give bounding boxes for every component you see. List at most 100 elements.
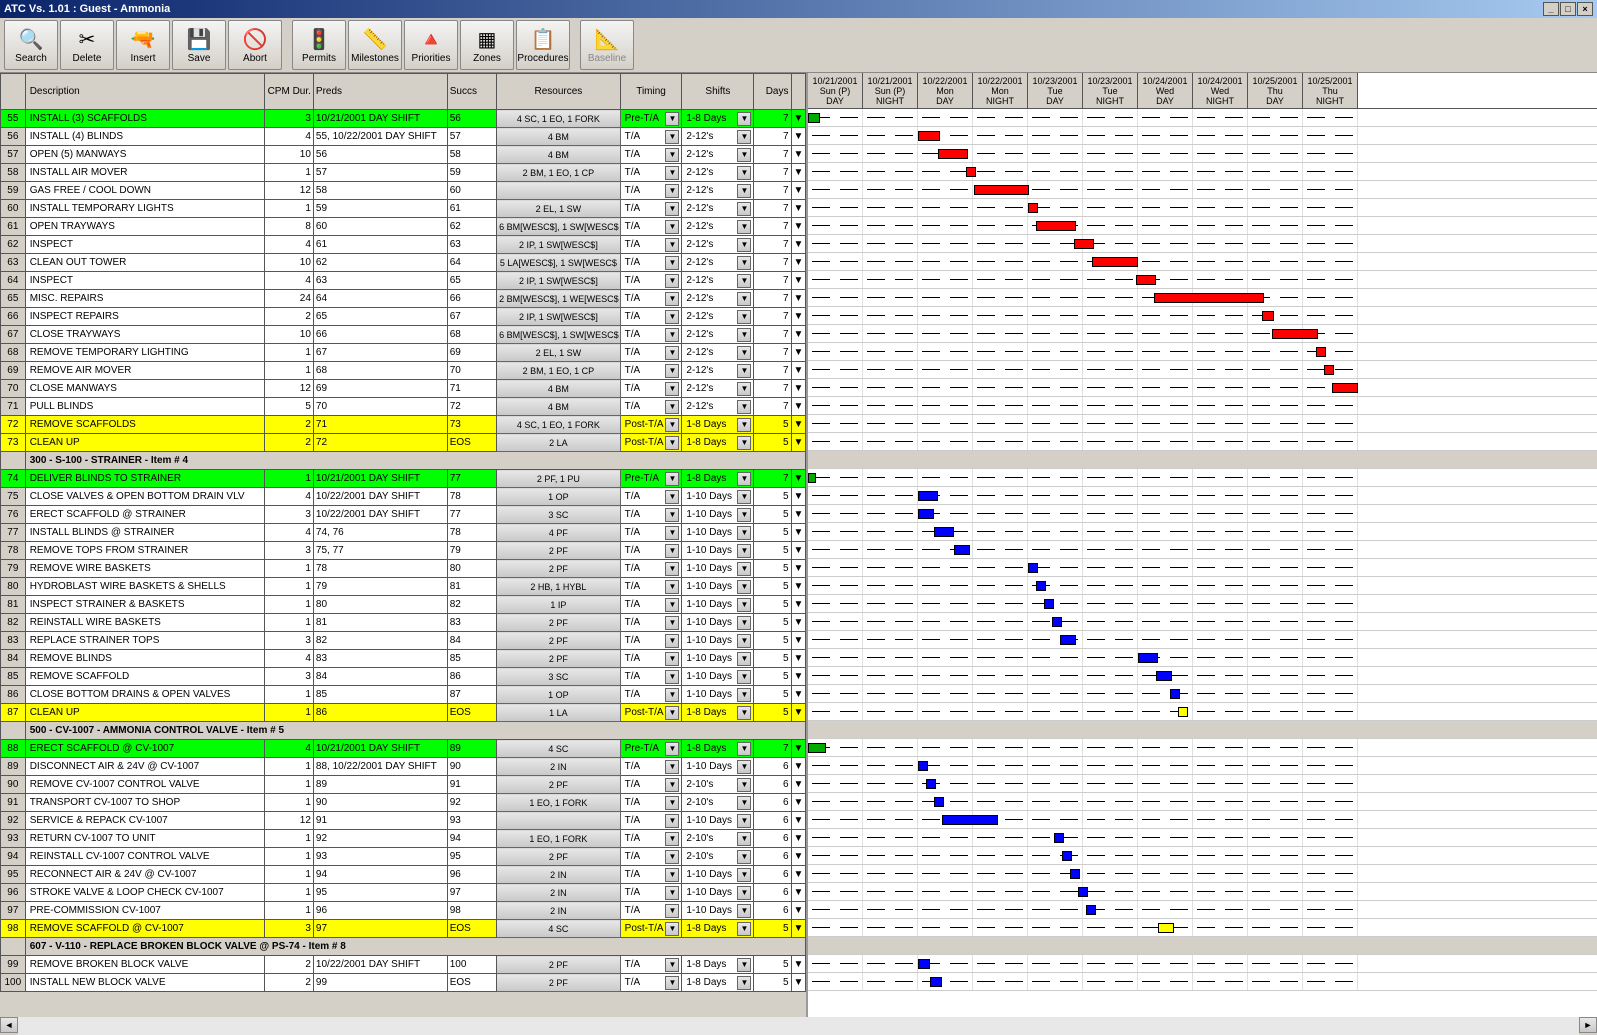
predecessors[interactable]: 58 bbox=[313, 182, 447, 200]
task-row[interactable]: 63CLEAN OUT TOWER1062645 LA[WESC$], 1 SW… bbox=[1, 254, 806, 272]
successors[interactable]: 91 bbox=[447, 776, 496, 794]
successors[interactable]: 59 bbox=[447, 164, 496, 182]
chevron-down-icon[interactable]: ▼ bbox=[737, 328, 751, 342]
task-row[interactable]: 99REMOVE BROKEN BLOCK VALVE210/22/2001 D… bbox=[1, 956, 806, 974]
dropdown-cell[interactable]: T/A▼ bbox=[623, 256, 680, 270]
dropdown-cell[interactable]: 1-8 Days▼ bbox=[684, 472, 751, 486]
resources-button[interactable]: 2 IN bbox=[497, 866, 621, 884]
successors[interactable]: 71 bbox=[447, 380, 496, 398]
days-dropdown-arrow[interactable]: ▼ bbox=[791, 776, 806, 794]
days-cell[interactable]: 7 bbox=[754, 164, 791, 182]
chevron-down-icon[interactable]: ▼ bbox=[794, 779, 804, 790]
task-description[interactable]: INSPECT bbox=[25, 236, 264, 254]
chevron-down-icon[interactable]: ▼ bbox=[794, 869, 804, 880]
timing-dropdown[interactable]: T/A▼ bbox=[620, 596, 682, 614]
chevron-down-icon[interactable]: ▼ bbox=[665, 418, 679, 432]
col-description[interactable]: Description bbox=[25, 74, 264, 110]
chevron-down-icon[interactable]: ▼ bbox=[665, 112, 679, 126]
days-cell[interactable]: 5 bbox=[754, 578, 791, 596]
dropdown-cell[interactable]: T/A▼ bbox=[623, 238, 680, 252]
gantt-bar[interactable] bbox=[1156, 671, 1172, 681]
days-dropdown-arrow[interactable]: ▼ bbox=[791, 614, 806, 632]
toolbar-search-button[interactable]: 🔍Search bbox=[4, 20, 58, 70]
chevron-down-icon[interactable]: ▼ bbox=[737, 346, 751, 360]
chevron-down-icon[interactable]: ▼ bbox=[794, 905, 804, 916]
chevron-down-icon[interactable]: ▼ bbox=[665, 670, 679, 684]
resources-button[interactable]: 4 SC bbox=[497, 740, 621, 758]
cpm-duration[interactable]: 2 bbox=[264, 434, 313, 452]
cpm-duration[interactable]: 1 bbox=[264, 776, 313, 794]
gantt-bar[interactable] bbox=[808, 113, 820, 123]
successors[interactable]: 65 bbox=[447, 272, 496, 290]
days-cell[interactable]: 5 bbox=[754, 488, 791, 506]
task-description[interactable]: SERVICE & REPACK CV-1007 bbox=[25, 812, 264, 830]
days-cell[interactable]: 5 bbox=[754, 956, 791, 974]
days-dropdown-arrow[interactable]: ▼ bbox=[791, 272, 806, 290]
successors[interactable]: 92 bbox=[447, 794, 496, 812]
cpm-duration[interactable]: 1 bbox=[264, 470, 313, 488]
horizontal-scrollbar[interactable]: ◄ ► bbox=[0, 1017, 1597, 1035]
gantt-bar[interactable] bbox=[1086, 905, 1096, 915]
days-dropdown-arrow[interactable]: ▼ bbox=[791, 632, 806, 650]
chevron-down-icon[interactable]: ▼ bbox=[665, 922, 679, 936]
gantt-date-column[interactable]: 10/22/2001MonDAY bbox=[918, 73, 973, 108]
gantt-date-column[interactable]: 10/24/2001WedDAY bbox=[1138, 73, 1193, 108]
col-succs[interactable]: Succs bbox=[447, 74, 496, 110]
chevron-down-icon[interactable]: ▼ bbox=[665, 580, 679, 594]
dropdown-cell[interactable]: 1-10 Days▼ bbox=[684, 634, 751, 648]
timing-dropdown[interactable]: T/A▼ bbox=[620, 290, 682, 308]
task-row[interactable]: 98REMOVE SCAFFOLD @ CV-1007397EOS4 SCPos… bbox=[1, 920, 806, 938]
chevron-down-icon[interactable]: ▼ bbox=[737, 958, 751, 972]
timing-dropdown[interactable]: T/A▼ bbox=[620, 542, 682, 560]
dropdown-cell[interactable]: 2-12's▼ bbox=[684, 400, 751, 414]
dropdown-cell[interactable]: T/A▼ bbox=[623, 580, 680, 594]
predecessors[interactable]: 10/21/2001 DAY SHIFT bbox=[313, 740, 447, 758]
dropdown-cell[interactable]: 1-10 Days▼ bbox=[684, 508, 751, 522]
days-cell[interactable]: 7 bbox=[754, 200, 791, 218]
gantt-bar[interactable] bbox=[1054, 833, 1064, 843]
task-row[interactable]: 73CLEAN UP272EOS2 LAPost-T/A▼1-8 Days▼5▼ bbox=[1, 434, 806, 452]
chevron-down-icon[interactable]: ▼ bbox=[737, 148, 751, 162]
chevron-down-icon[interactable]: ▼ bbox=[665, 526, 679, 540]
days-cell[interactable]: 6 bbox=[754, 794, 791, 812]
days-cell[interactable]: 7 bbox=[754, 326, 791, 344]
chevron-down-icon[interactable]: ▼ bbox=[737, 616, 751, 630]
shifts-dropdown[interactable]: 2-12's▼ bbox=[682, 182, 754, 200]
task-description[interactable]: REMOVE SCAFFOLD bbox=[25, 668, 264, 686]
timing-dropdown[interactable]: T/A▼ bbox=[620, 776, 682, 794]
toolbar-insert-button[interactable]: 🔫Insert bbox=[116, 20, 170, 70]
cpm-duration[interactable]: 3 bbox=[264, 668, 313, 686]
toolbar-permits-button[interactable]: 🚦Permits bbox=[292, 20, 346, 70]
chevron-down-icon[interactable]: ▼ bbox=[737, 184, 751, 198]
chevron-down-icon[interactable]: ▼ bbox=[737, 526, 751, 540]
chevron-down-icon[interactable]: ▼ bbox=[794, 563, 804, 574]
cpm-duration[interactable]: 10 bbox=[264, 146, 313, 164]
gantt-bar[interactable] bbox=[1178, 707, 1188, 717]
cpm-duration[interactable]: 1 bbox=[264, 884, 313, 902]
chevron-down-icon[interactable]: ▼ bbox=[794, 473, 804, 484]
dropdown-cell[interactable]: 2-12's▼ bbox=[684, 220, 751, 234]
resources-button[interactable]: 2 HB, 1 HYBL bbox=[497, 578, 621, 596]
predecessors[interactable]: 93 bbox=[313, 848, 447, 866]
resources-button[interactable]: 2 BM[WESC$], 1 WE[WESC$ bbox=[497, 290, 621, 308]
task-row[interactable]: 82REINSTALL WIRE BASKETS181832 PFT/A▼1-1… bbox=[1, 614, 806, 632]
timing-dropdown[interactable]: T/A▼ bbox=[620, 650, 682, 668]
days-cell[interactable]: 7 bbox=[754, 128, 791, 146]
dropdown-cell[interactable]: T/A▼ bbox=[623, 544, 680, 558]
days-dropdown-arrow[interactable]: ▼ bbox=[791, 146, 806, 164]
task-description[interactable]: CLOSE BOTTOM DRAINS & OPEN VALVES bbox=[25, 686, 264, 704]
predecessors[interactable]: 64 bbox=[313, 290, 447, 308]
gantt-bar[interactable] bbox=[1052, 617, 1062, 627]
shifts-dropdown[interactable]: 1-10 Days▼ bbox=[682, 542, 754, 560]
chevron-down-icon[interactable]: ▼ bbox=[737, 256, 751, 270]
resources-button[interactable]: 4 BM bbox=[497, 398, 621, 416]
gantt-chart[interactable]: 10/21/2001Sun (P)DAY10/21/2001Sun (P)NIG… bbox=[808, 73, 1597, 1017]
task-row[interactable]: 89DISCONNECT AIR & 24V @ CV-1007188, 10/… bbox=[1, 758, 806, 776]
chevron-down-icon[interactable]: ▼ bbox=[737, 904, 751, 918]
predecessors[interactable]: 67 bbox=[313, 344, 447, 362]
timing-dropdown[interactable]: T/A▼ bbox=[620, 254, 682, 272]
successors[interactable]: EOS bbox=[447, 704, 496, 722]
gantt-bar[interactable] bbox=[1070, 869, 1080, 879]
chevron-down-icon[interactable]: ▼ bbox=[665, 760, 679, 774]
shifts-dropdown[interactable]: 1-10 Days▼ bbox=[682, 632, 754, 650]
